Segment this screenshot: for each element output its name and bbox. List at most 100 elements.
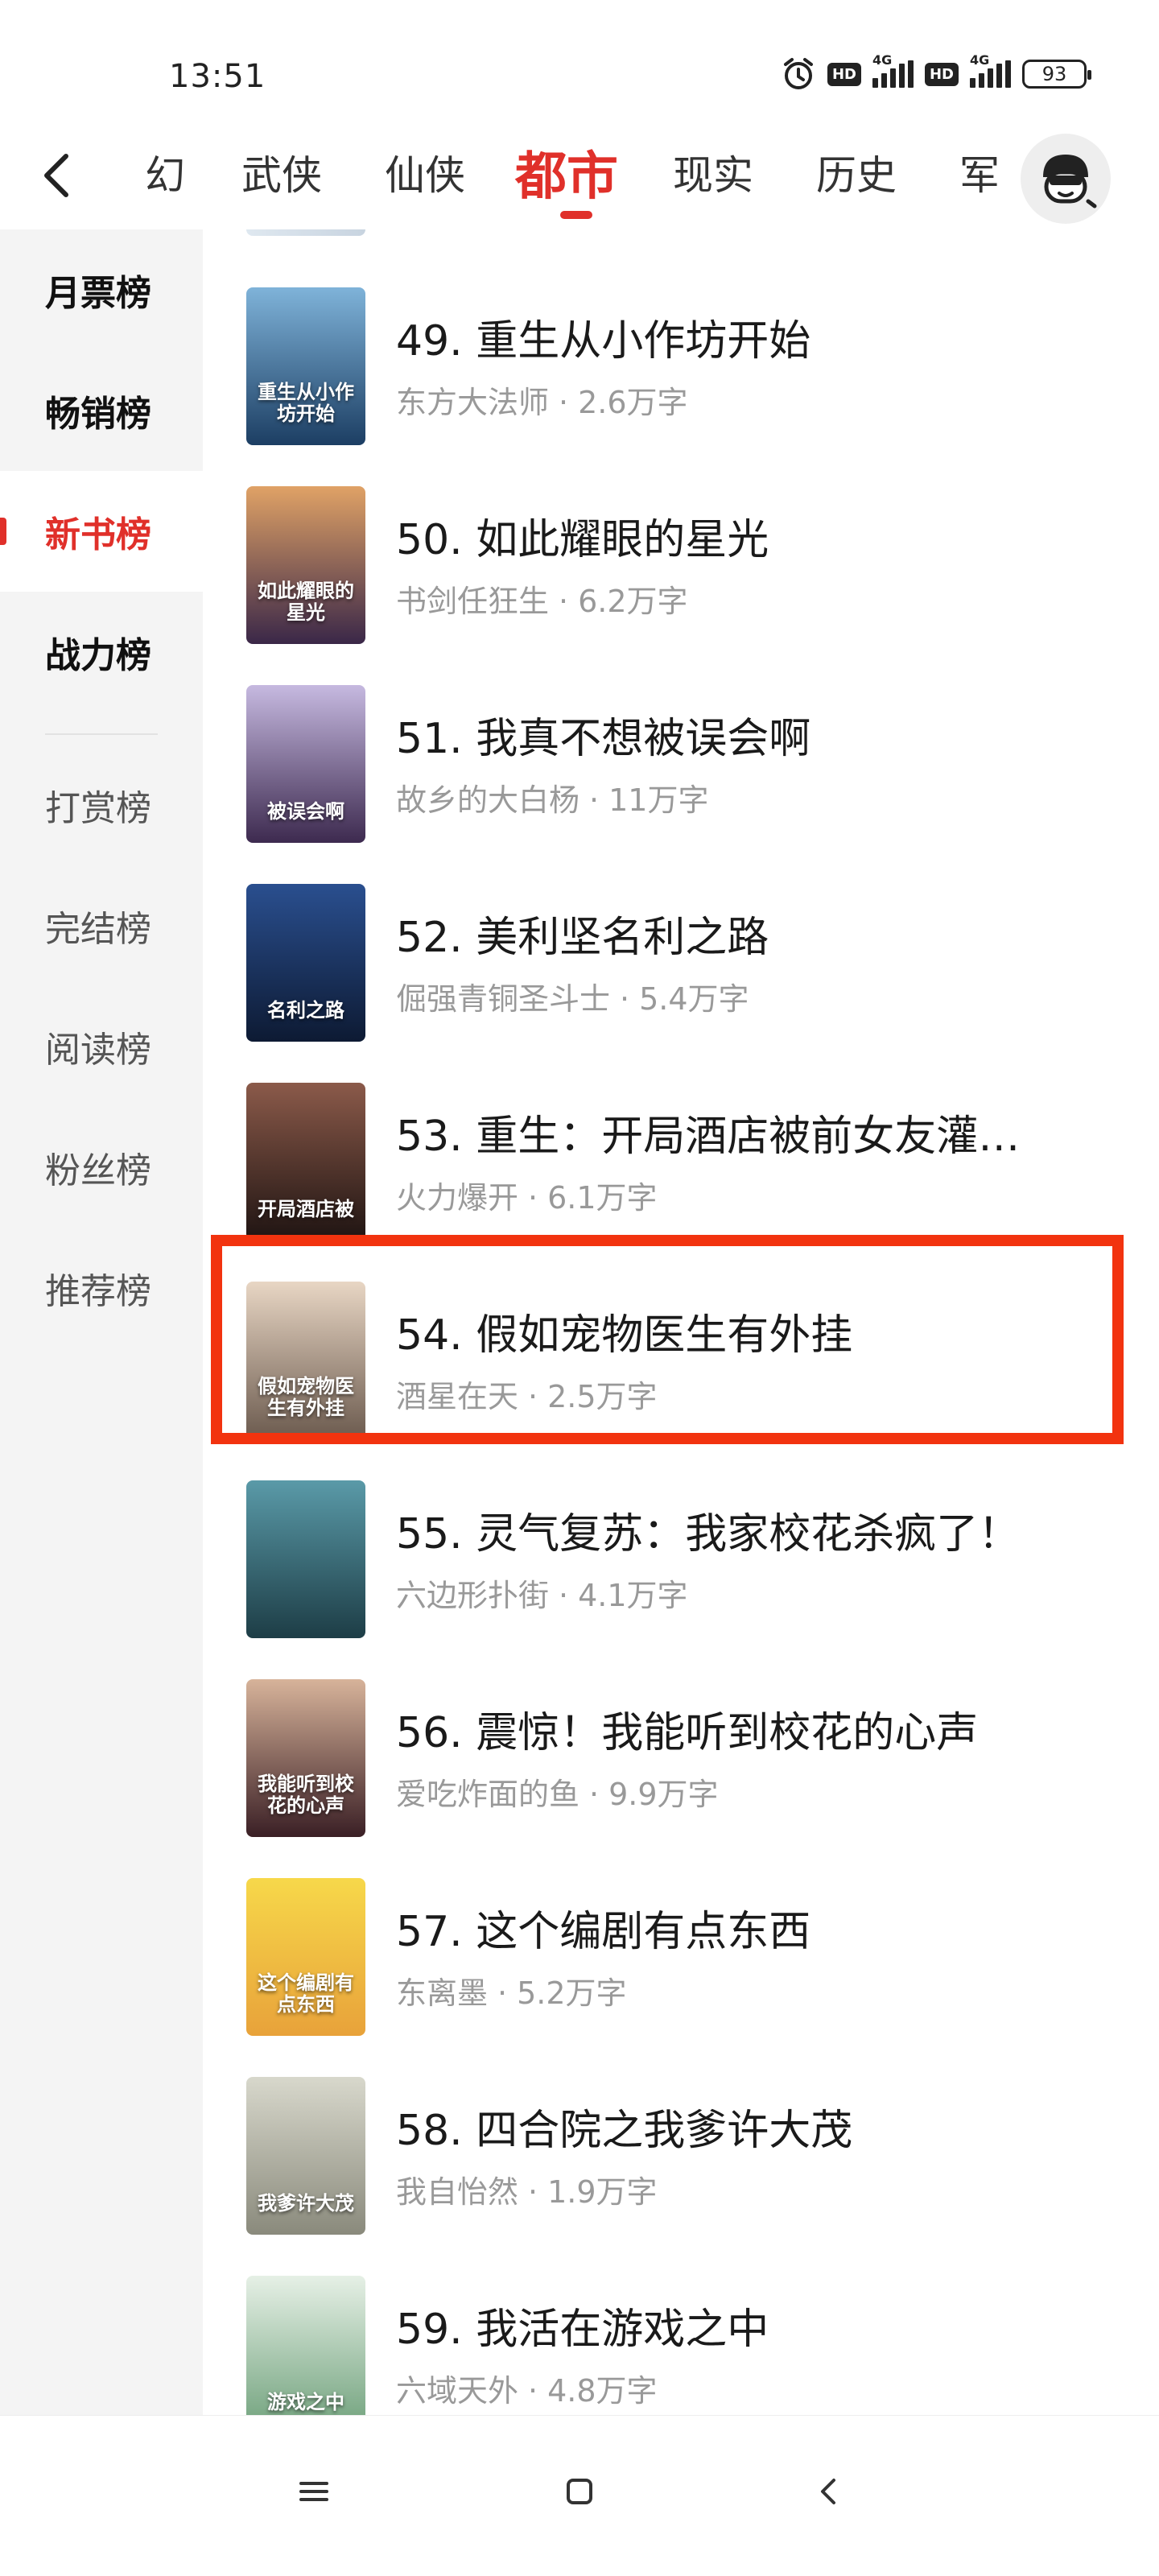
book-meta: 东离墨 · 5.2万字 [396, 1968, 627, 2013]
separator-dot: · [559, 584, 569, 619]
book-cover-text: 游戏之中 [267, 2390, 344, 2413]
book-author: 故乡的大白杨 [396, 782, 580, 818]
book-cover-text: 被误会啊 [267, 799, 344, 823]
sidebar-item-power[interactable]: 战力榜 [0, 592, 203, 712]
book-title[interactable]: 51. 我真不想被误会啊 [396, 704, 1104, 765]
home-square-icon [567, 2479, 592, 2504]
book-row[interactable]: 如此耀眼的星光 50. 如此耀眼的星光书剑任狂生 · 6.2万字 [203, 486, 1159, 685]
book-meta: 爱吃炸面的鱼 · 9.9万字 [396, 1769, 719, 1814]
network-label-2: 4G [970, 52, 990, 68]
book-cover[interactable] [246, 1480, 365, 1638]
separator-dot: · [497, 1975, 508, 2011]
book-cover[interactable]: 我能听到校花的心声 [246, 1679, 365, 1837]
book-title[interactable]: 58. 四合院之我爹许大茂 [396, 2096, 1104, 2157]
sidebar-item-tips[interactable]: 打赏榜 [0, 745, 203, 865]
chevron-left-icon [44, 154, 68, 197]
status-time: 13:51 [169, 58, 266, 95]
sidebar-item-completed[interactable]: 完结榜 [0, 865, 203, 986]
book-title[interactable]: 52. 美利坚名利之路 [396, 903, 1104, 964]
sidebar-item-new-books[interactable]: 新书榜 [0, 471, 203, 592]
tab-military[interactable]: 军 [959, 143, 1000, 201]
sidebar-item-bestseller[interactable]: 畅销榜 [0, 350, 203, 471]
menu-button[interactable] [290, 2467, 338, 2516]
sidebar-item-label: 完结榜 [45, 909, 151, 950]
book-word-count: 5.4万字 [639, 981, 749, 1017]
book-cover-text: 如此耀眼的星光 [258, 580, 354, 624]
book-cover[interactable]: 被误会啊 [246, 685, 365, 843]
book-cover[interactable]: 我爹许大茂 [246, 2077, 365, 2235]
hd-badge-2: HD [924, 62, 959, 86]
book-author: 火力爆开 [396, 1180, 519, 1216]
book-cover[interactable]: 名利之路 [246, 884, 365, 1042]
book-title[interactable]: 56. 震惊！我能听到校花的心声 [396, 1699, 1104, 1759]
book-word-count: 6.2万字 [578, 584, 688, 619]
book-cover-text: 这个编剧有点东西 [258, 1971, 354, 2016]
book-row[interactable]: 我能听到校花的心声 56. 震惊！我能听到校花的心声 爱吃炸面的鱼 · 9.9万字 [203, 1679, 1159, 1878]
book-title[interactable]: 57. 这个编剧有点东西 [396, 1897, 1104, 1958]
separator-dot: · [620, 981, 630, 1017]
book-row[interactable]: 55. 灵气复苏：我家校花杀疯了！ 六边形扑街 · 4.1万字 [203, 1480, 1159, 1679]
app-screen: 13:51 HD 4G HD 4G 93 幻 武侠 仙侠 都市 现实 历史 军 … [0, 0, 1159, 2576]
book-cover-text: 重生从小作坊开始 [258, 381, 354, 425]
separator-dot: · [528, 2174, 538, 2210]
book-row[interactable]: 被误会啊 51. 我真不想被误会啊故乡的大白杨 · 11万字 [203, 685, 1159, 884]
active-tab-indicator [560, 211, 592, 219]
book-title[interactable]: 49. 重生从小作坊开始 [396, 307, 1104, 367]
system-back-button[interactable] [805, 2467, 853, 2516]
book-row[interactable]: 游戏之中 59. 我活在游戏之中 六域天外 · 4.8万字 [203, 2276, 1159, 2415]
tab-urban[interactable]: 都市 [515, 135, 618, 209]
book-cover-text: 开局酒店被 [258, 1197, 354, 1220]
separator-dot: · [559, 1578, 569, 1613]
sidebar-item-label: 新书榜 [45, 514, 151, 555]
book-meta: 故乡的大白杨 · 11万字 [396, 775, 708, 819]
book-author: 倔强青铜圣斗士 [396, 981, 611, 1017]
book-author: 六边形扑街 [396, 1578, 550, 1613]
tab-history[interactable]: 历史 [816, 143, 897, 201]
book-title[interactable]: 55. 灵气复苏：我家校花杀疯了！ [396, 1500, 1104, 1560]
book-author: 爱吃炸面的鱼 [396, 1777, 580, 1812]
back-arrow-icon [821, 2479, 835, 2504]
book-word-count: 4.1万字 [578, 1578, 688, 1613]
book-row[interactable]: 我爹许大茂 58. 四合院之我爹许大茂我自怡然 · 1.9万字 [203, 2077, 1159, 2276]
sidebar-item-monthly-ticket[interactable]: 月票榜 [0, 229, 203, 350]
book-cover[interactable]: 游戏之中 [246, 2276, 365, 2415]
book-title[interactable]: 50. 如此耀眼的星光 [396, 506, 1104, 566]
book-row[interactable]: 重生从小作坊开始 49. 重生从小作坊开始 东方大法师 · 2.6万字 [203, 287, 1159, 486]
tab-fantasy[interactable]: 幻 [145, 143, 185, 201]
book-row[interactable]: 名利之路 52. 美利坚名利之路倔强青铜圣斗士 · 5.4万字 [203, 884, 1159, 1083]
book-author: 东离墨 [396, 1975, 489, 2011]
book-title[interactable]: 53. 重生：开局酒店被前女友灌… [396, 1102, 1104, 1162]
tab-reality[interactable]: 现实 [673, 143, 753, 201]
book-meta: 倔强青铜圣斗士 · 5.4万字 [396, 974, 749, 1018]
book-cover[interactable]: 开局酒店被 [246, 1083, 365, 1241]
book-meta: 我自怡然 · 1.9万字 [396, 2167, 658, 2211]
book-word-count: 2.6万字 [578, 385, 688, 420]
tab-xianxia[interactable]: 仙侠 [385, 143, 465, 201]
status-icons: HD 4G HD 4G 93 [781, 52, 1091, 92]
user-avatar[interactable] [1021, 134, 1111, 224]
book-title[interactable]: 59. 我活在游戏之中 [396, 2295, 1104, 2355]
sidebar-item-label: 打赏榜 [45, 788, 151, 829]
back-button[interactable] [26, 143, 90, 208]
separator-dot: · [589, 1777, 600, 1812]
book-cover[interactable]: 如此耀眼的星光 [246, 486, 365, 644]
book-word-count: 4.8万字 [547, 2373, 658, 2409]
separator-dot: · [559, 385, 569, 420]
book-meta: 东方大法师 · 2.6万字 [396, 378, 688, 422]
system-nav-bar [0, 2415, 1159, 2576]
book-cover[interactable]: 这个编剧有点东西 [246, 1878, 365, 2036]
book-cover-partial [246, 229, 365, 236]
menu-icon [299, 2482, 328, 2501]
book-author: 书剑任狂生 [396, 584, 550, 619]
ranking-sidebar: 月票榜 畅销榜 新书榜 战力榜 打赏榜 完结榜 阅读榜 粉丝榜 推荐榜 [0, 229, 203, 2415]
sidebar-divider [45, 733, 158, 735]
sidebar-item-recommend[interactable]: 推荐榜 [0, 1228, 203, 1348]
tab-wuxia[interactable]: 武侠 [241, 143, 322, 201]
sidebar-item-reading[interactable]: 阅读榜 [0, 986, 203, 1107]
book-row[interactable]: 这个编剧有点东西 57. 这个编剧有点东西东离墨 · 5.2万字 [203, 1878, 1159, 2077]
sidebar-item-fans[interactable]: 粉丝榜 [0, 1107, 203, 1228]
book-cover[interactable]: 重生从小作坊开始 [246, 287, 365, 445]
home-button[interactable] [555, 2467, 604, 2516]
book-word-count: 1.9万字 [547, 2174, 658, 2210]
hd-badge: HD [827, 62, 861, 86]
